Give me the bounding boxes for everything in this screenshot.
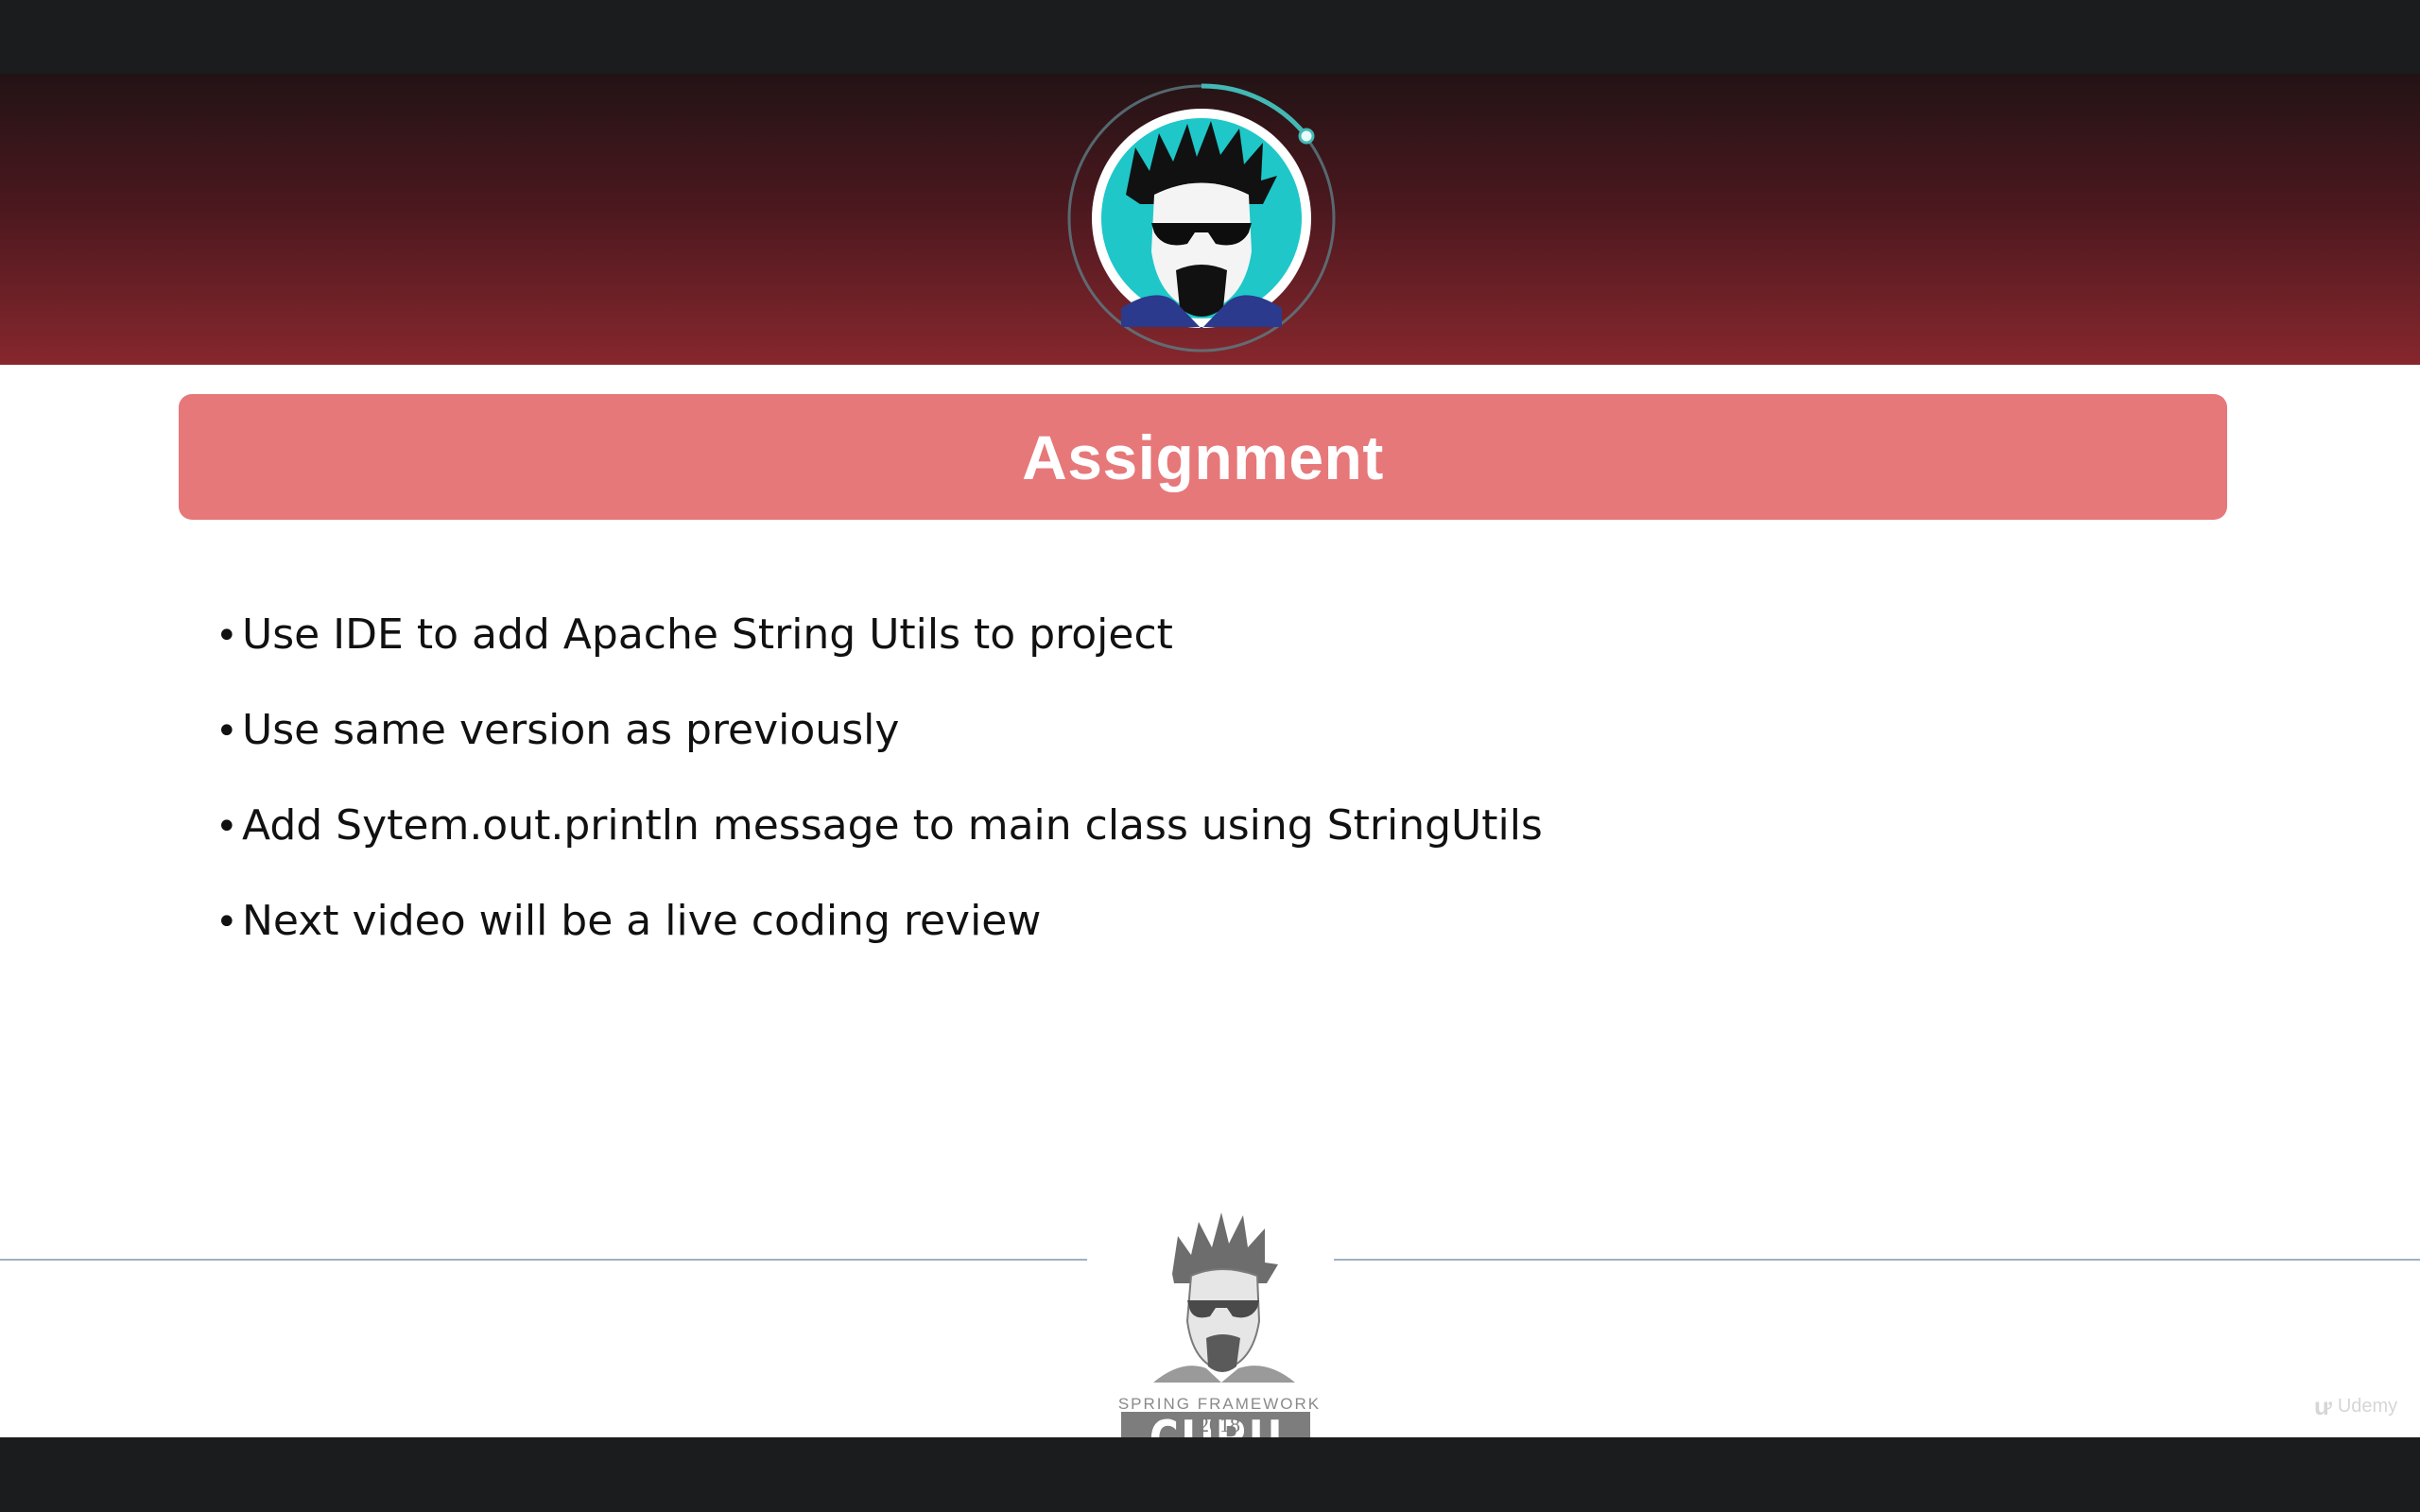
bullet-item: • Use same version as previously: [216, 706, 1543, 801]
bullet-item: • Next video will be a live coding revie…: [216, 897, 1543, 992]
bullet-text: Use IDE to add Apache String Utils to pr…: [242, 610, 1173, 659]
bullet-text: Next video will be a live coding review: [242, 897, 1042, 945]
bullet-item: • Use IDE to add Apache String Utils to …: [216, 610, 1543, 706]
bullet-item: • Add Sytem.out.println message to main …: [216, 801, 1543, 897]
footer-divider-right: [1334, 1259, 2420, 1261]
bullet-dot-icon: •: [216, 614, 238, 658]
bullet-text: Use same version as previously: [242, 706, 900, 754]
udemy-watermark: ư Udemy: [2314, 1392, 2418, 1420]
footer-divider-left: [0, 1259, 1087, 1261]
bullet-text: Add Sytem.out.println message to main cl…: [242, 801, 1543, 850]
watermark-label: Udemy: [2337, 1395, 2398, 1417]
slide-title: Assignment: [1022, 421, 1384, 492]
slide-title-bar: Assignment: [179, 394, 2227, 520]
assignment-bullet-list: • Use IDE to add Apache String Utils to …: [216, 610, 1543, 992]
guru-mascot-icon: [1153, 1212, 1295, 1383]
udemy-logo-icon: ư: [2314, 1391, 2332, 1420]
presentation-slide: Assignment • Use IDE to add Apache Strin…: [0, 74, 2420, 1437]
guru-avatar-icon: [1064, 81, 1339, 355]
bullet-dot-icon: •: [216, 710, 238, 753]
bullet-dot-icon: •: [216, 805, 238, 849]
video-letterbox-top: [0, 0, 2420, 74]
bullet-dot-icon: •: [216, 901, 238, 944]
spring-framework-guru-logo: SPRING FRAMEWORK GURU: [1115, 1189, 1323, 1437]
video-letterbox-bottom: [0, 1437, 2420, 1512]
copyright-year: 2018: [1199, 1413, 1240, 1436]
